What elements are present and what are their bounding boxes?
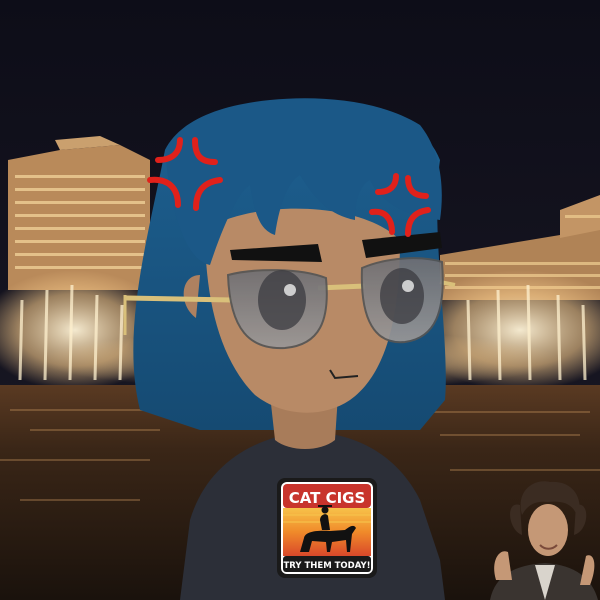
hotel-building-left	[8, 136, 150, 290]
badge-title: CAT CIGS	[289, 489, 366, 507]
meme-scene: CAT CIGS TRY THEM TODAY!	[0, 0, 600, 600]
cat-cigs-badge: CAT CIGS TRY THEM TODAY!	[277, 478, 377, 578]
badge-tagline: TRY THEM TODAY!	[283, 561, 370, 571]
scene-canvas: CAT CIGS TRY THEM TODAY!	[0, 0, 600, 600]
